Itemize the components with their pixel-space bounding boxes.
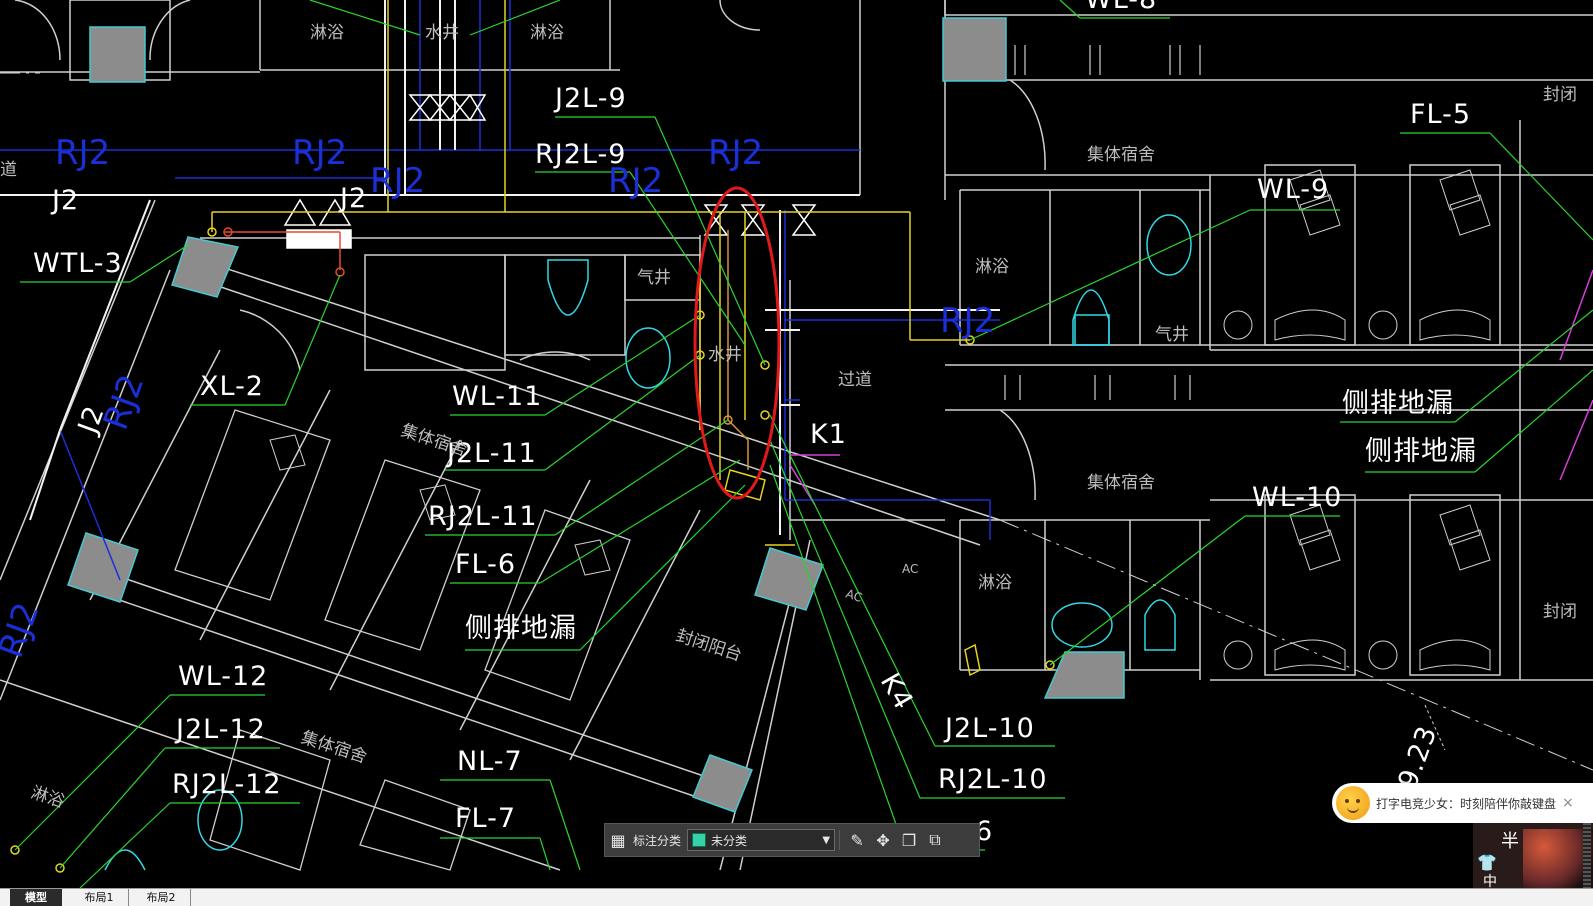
tab-layout-1[interactable]: 布局1 (70, 889, 129, 906)
layout-tab-bar: 模型 布局1 布局2 (0, 888, 1593, 906)
room-corridor: 过道 (838, 370, 872, 390)
room-shaft-1: 水井 (425, 23, 459, 43)
label-wtl-3: WTL-3 (33, 248, 123, 279)
close-icon[interactable]: × (1562, 795, 1574, 811)
room-gas-shaft-1: 气井 (1155, 325, 1189, 345)
label-side-drain-1: 侧排地漏 (1342, 388, 1454, 419)
label-fl-7: FL-7 (455, 803, 516, 834)
label-k1: K1 (810, 419, 847, 450)
label-side-drain-3: 侧排地漏 (465, 613, 577, 644)
label-rj2-4: RJ2 (608, 161, 663, 201)
room-shower-2: 淋浴 (530, 23, 564, 43)
label-wl-8-partial: WL-8 (1085, 0, 1157, 15)
label-rj2l-11: RJ2L-11 (428, 501, 538, 532)
tab-model[interactable]: 模型 (10, 889, 62, 906)
room-shower-4: 淋浴 (978, 573, 1012, 593)
label-fl-5: FL-5 (1410, 99, 1471, 130)
grid-icon[interactable]: ▦ (605, 827, 631, 853)
category-label: 标注分类 (633, 833, 682, 848)
ac-label-1: AC (902, 562, 918, 576)
label-rj2-5: RJ2 (708, 133, 763, 173)
scrollbar[interactable] (1583, 823, 1591, 888)
ime-half-width-toggle[interactable]: 半 (1501, 827, 1519, 853)
ime-ad-popup[interactable]: 打字电竞少女：时刻陪伴你敲键盘 × (1332, 783, 1593, 823)
room-gas-shaft-2: 气井 (637, 268, 671, 288)
room-shower-3: 淋浴 (975, 257, 1009, 277)
toolbar-divider (839, 830, 841, 850)
ime-status-widget[interactable]: 半 👕 中 (1473, 823, 1593, 888)
room-shaft-2: 水井 (708, 345, 742, 365)
label-rj2-6: RJ2 (940, 301, 995, 341)
label-rj2-2: RJ2 (292, 133, 347, 173)
edit-icon[interactable]: ✎ (844, 827, 870, 853)
room-enclosed-2: 封闭 (1543, 602, 1577, 622)
label-xl-2: XL-2 (200, 371, 264, 402)
label-j2l-9: J2L-9 (553, 83, 627, 114)
room-shower-1: 淋浴 (310, 23, 344, 43)
move-icon[interactable]: ✥ (870, 827, 896, 853)
category-value: 未分类 (711, 833, 748, 848)
skin-icon[interactable]: 👕 (1477, 853, 1497, 872)
label-j2l-10: J2L-10 (943, 713, 1035, 744)
label-nl-7: NL-7 (457, 746, 523, 777)
room-dorm-2: 集体宿舍 (1087, 473, 1155, 493)
label-j2-a: J2 (50, 185, 79, 216)
category-color-swatch (692, 833, 707, 847)
room-enclosed-1: 封闭 (1543, 85, 1577, 105)
label-wl-10: WL-10 (1252, 482, 1342, 513)
cad-drawing-canvas[interactable]: J2L-9 RJ2L-9 FL-5 WL-9 WTL-3 XL-2 WL-11 … (0, 0, 1593, 888)
label-j2l-12: J2L-12 (174, 714, 266, 745)
label-j2-b: J2 (338, 183, 367, 214)
label-wl-11: WL-11 (452, 381, 542, 412)
label-rj2-1: RJ2 (55, 133, 110, 173)
ime-ad-text: 打字电竞少女：时刻陪伴你敲键盘 (1376, 796, 1557, 811)
label-rj2-3: RJ2 (370, 161, 425, 201)
label-side-drain-2: 侧排地漏 (1365, 436, 1477, 467)
room-dorm-1: 集体宿舍 (1087, 145, 1155, 165)
ime-language-toggle[interactable]: 中 (1483, 871, 1497, 888)
chevron-down-icon: ▼ (822, 834, 831, 846)
label-wl-9: WL-9 (1257, 174, 1329, 205)
tab-layout-2[interactable]: 布局2 (132, 889, 191, 906)
paste-icon[interactable]: ⧉ (922, 827, 948, 853)
category-dropdown[interactable]: 未分类 ▼ (687, 829, 836, 851)
label-wl-12: WL-12 (178, 661, 268, 692)
annotation-toolbar: ▦ 标注分类 未分类 ▼ ✎ ✥ ❐ ⧉ (604, 823, 980, 857)
label-rj2l-12: RJ2L-12 (172, 769, 282, 800)
label-rj2l-10: RJ2L-10 (938, 764, 1048, 795)
label-fl-6: FL-6 (455, 549, 516, 580)
room-corridor-edge: 道 (0, 160, 17, 180)
sun-mascot-icon (1336, 786, 1370, 820)
copy-icon[interactable]: ❐ (896, 827, 922, 853)
